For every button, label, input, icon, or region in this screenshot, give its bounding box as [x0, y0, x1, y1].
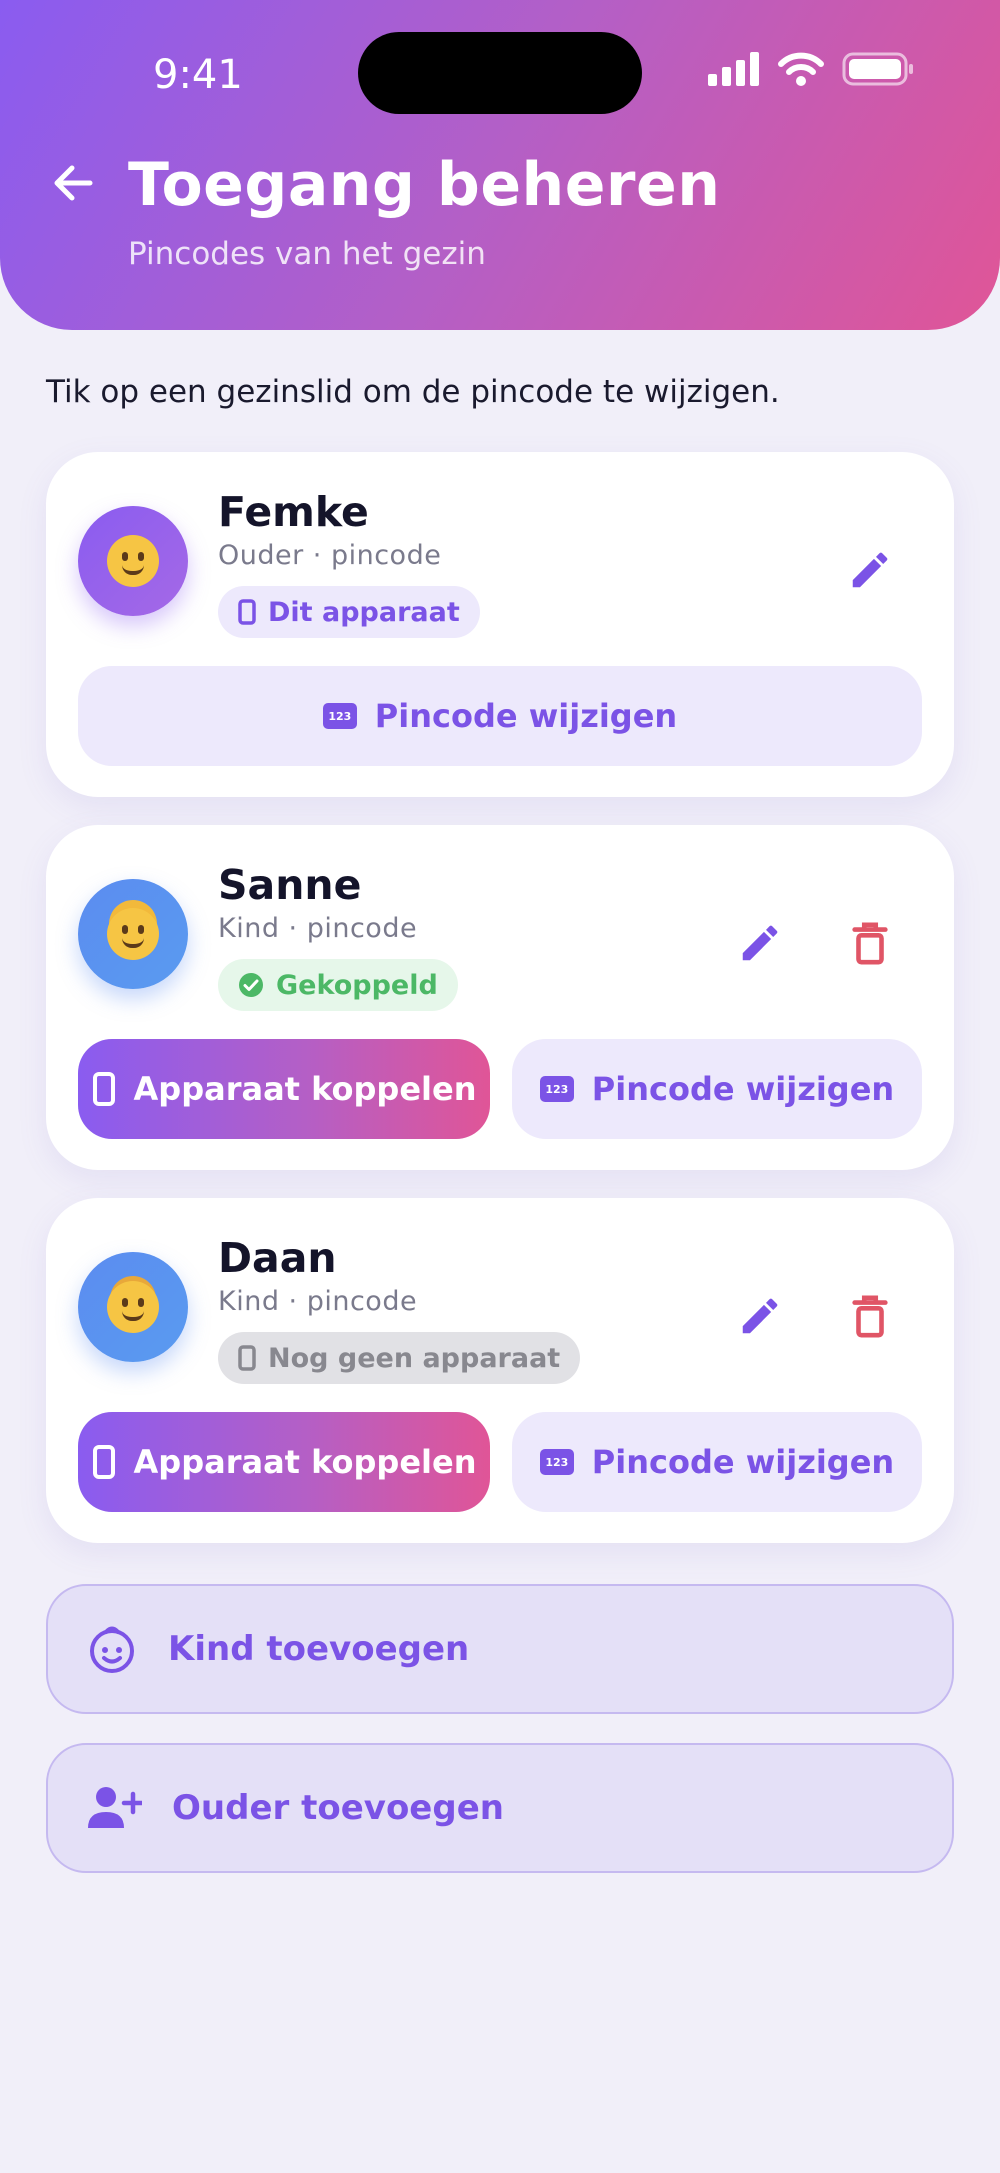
trash-icon — [852, 1295, 888, 1338]
avatar — [78, 506, 188, 616]
member-name: Daan — [218, 1234, 337, 1282]
pencil-icon — [852, 552, 888, 588]
signal-icon — [708, 52, 759, 86]
status-label: Dit apparaat — [268, 596, 460, 628]
edit-button[interactable] — [730, 913, 790, 973]
pin-icon: 123 — [539, 1449, 574, 1475]
avatar — [78, 1252, 188, 1362]
change-pin-button[interactable]: 123 Pincode wijzigen — [512, 1039, 922, 1139]
phone-icon — [238, 599, 256, 625]
smiling-face-icon — [107, 535, 159, 587]
change-pin-label: Pincode wijzigen — [591, 1070, 895, 1108]
member-role: Kind · pincode — [218, 913, 418, 944]
status-badge: Nog geen apparaat — [218, 1332, 581, 1384]
status-icons — [708, 52, 914, 86]
add-child-label: Kind toevoegen — [168, 1629, 470, 1669]
pencil-icon — [742, 925, 778, 961]
member-card-daan[interactable]: Daan Kind · pincode Nog geen apparaat Ap… — [46, 1198, 954, 1543]
edit-button[interactable] — [730, 1286, 790, 1346]
phone-icon — [92, 1445, 115, 1479]
pin-icon: 123 — [539, 1076, 574, 1102]
member-role: Kind · pincode — [218, 1286, 418, 1317]
page-title: Toegang beheren — [128, 150, 721, 220]
status-time: 9:41 — [153, 52, 243, 98]
delete-button[interactable] — [840, 1286, 900, 1346]
dynamic-island — [358, 32, 642, 114]
pencil-icon — [742, 1298, 778, 1334]
status-badge: Gekoppeld — [218, 959, 458, 1011]
page-subtitle: Pincodes van het gezin — [128, 236, 486, 272]
add-parent-button[interactable]: Ouder toevoegen — [46, 1743, 954, 1873]
boy-face-icon — [107, 1281, 159, 1333]
status-label: Gekoppeld — [276, 969, 438, 1001]
link-device-button[interactable]: Apparaat koppelen — [78, 1039, 490, 1139]
girl-face-icon — [107, 908, 159, 960]
link-device-label: Apparaat koppelen — [133, 1443, 477, 1481]
link-device-button[interactable]: Apparaat koppelen — [78, 1412, 490, 1512]
member-name: Femke — [218, 488, 369, 536]
change-pin-label: Pincode wijzigen — [591, 1443, 895, 1481]
add-parent-label: Ouder toevoegen — [172, 1788, 504, 1828]
member-card-femke[interactable]: Femke Ouder · pincode Dit apparaat 123 P… — [46, 452, 954, 797]
status-label: Nog geen apparaat — [268, 1342, 561, 1374]
change-pin-button[interactable]: 123 Pincode wijzigen — [512, 1412, 922, 1512]
member-role: Ouder · pincode — [218, 540, 442, 571]
battery-icon — [842, 52, 913, 86]
add-child-button[interactable]: Kind toevoegen — [46, 1584, 954, 1714]
add-person-icon — [88, 1787, 142, 1828]
header: 9:41 Toegang beheren Pincodes van het ge… — [0, 0, 1000, 330]
phone-icon — [238, 1345, 256, 1371]
delete-button[interactable] — [840, 913, 900, 973]
change-pin-button[interactable]: 123 Pincode wijzigen — [78, 666, 922, 766]
link-device-label: Apparaat koppelen — [133, 1070, 477, 1108]
wifi-icon — [778, 52, 824, 86]
back-arrow-icon[interactable] — [50, 160, 96, 206]
pin-icon: 123 — [322, 703, 357, 729]
trash-icon — [852, 922, 888, 965]
check-circle-icon — [239, 973, 263, 997]
intro-text: Tik op een gezinslid om de pincode te wi… — [46, 374, 780, 410]
phone-icon — [92, 1072, 115, 1106]
change-pin-label: Pincode wijzigen — [374, 697, 678, 735]
status-badge: Dit apparaat — [218, 586, 480, 638]
member-name: Sanne — [218, 861, 362, 909]
child-face-icon — [90, 1626, 134, 1673]
avatar — [78, 879, 188, 989]
edit-button[interactable] — [840, 540, 900, 600]
member-card-sanne[interactable]: Sanne Kind · pincode Gekoppeld Apparaat … — [46, 825, 954, 1170]
